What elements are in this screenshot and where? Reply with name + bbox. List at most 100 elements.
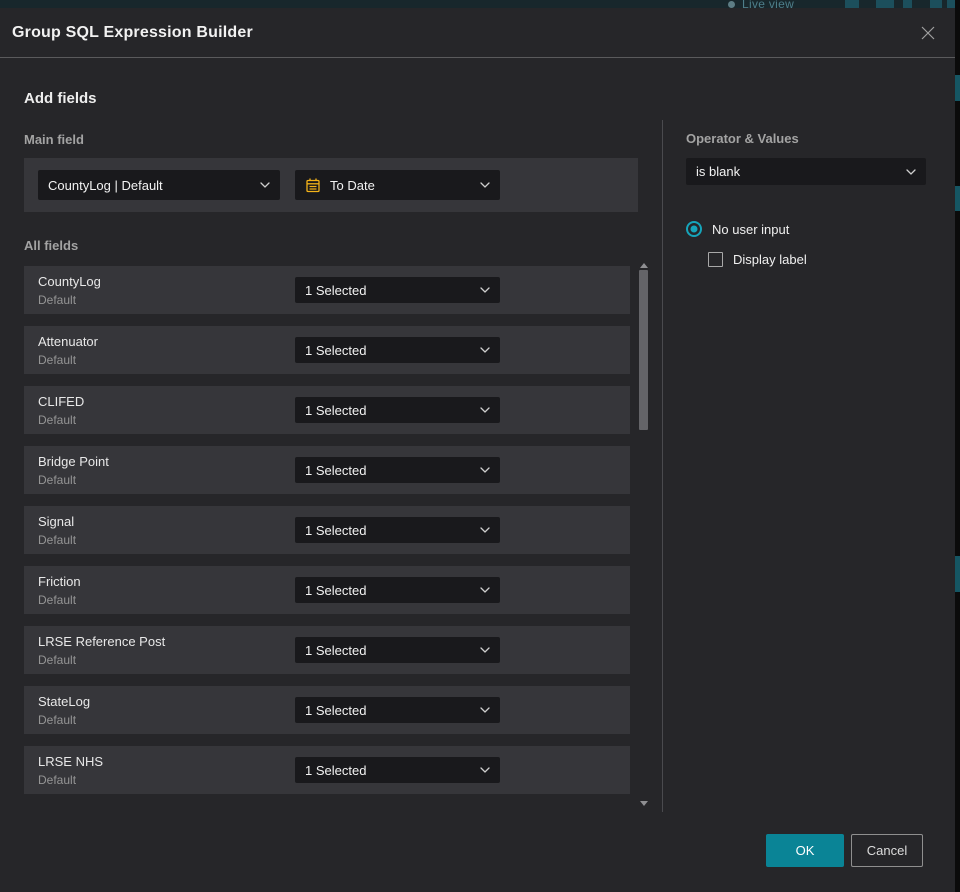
selected-count: 1 Selected	[305, 342, 367, 358]
chevron-down-icon	[480, 527, 490, 533]
close-button[interactable]	[919, 24, 937, 42]
field-name: Signal	[38, 514, 75, 529]
operator-select-value: is blank	[696, 164, 741, 179]
scrollbar-thumb[interactable]	[639, 270, 648, 430]
date-parse-select-value: To Date	[330, 177, 375, 193]
field-sublabel: Default	[38, 353, 77, 367]
main-field-label: Main field	[24, 132, 84, 147]
all-fields-label: All fields	[24, 238, 79, 253]
group-sql-expression-builder-dialog: Group SQL Expression Builder Add fields …	[0, 8, 955, 892]
field-sublabel: Default	[38, 713, 77, 727]
field-sublabel: Default	[38, 413, 77, 427]
field-selected-dropdown[interactable]: 1 Selected	[295, 697, 500, 723]
ok-button[interactable]: OK	[766, 834, 844, 867]
field-selected-dropdown[interactable]: 1 Selected	[295, 337, 500, 363]
chevron-down-icon	[480, 767, 490, 773]
close-icon	[921, 26, 935, 40]
radio-selected-icon	[686, 221, 702, 237]
display-label-checkbox[interactable]: Display label	[708, 251, 807, 267]
field-name: CountyLog	[38, 274, 101, 289]
chevron-down-icon	[480, 287, 490, 293]
chevron-down-icon	[260, 182, 270, 188]
selected-count: 1 Selected	[305, 462, 367, 478]
field-selected-dropdown[interactable]: 1 Selected	[295, 517, 500, 543]
field-sublabel: Default	[38, 773, 77, 787]
field-row-statelog: StateLog Default 1 Selected	[24, 686, 630, 734]
field-name: StateLog	[38, 694, 91, 709]
main-field-select[interactable]: CountyLog | Default	[38, 170, 280, 200]
field-sublabel: Default	[38, 533, 77, 547]
field-row-lrse-reference-post: LRSE Reference Post Default 1 Selected	[24, 626, 630, 674]
chevron-down-icon	[480, 587, 490, 593]
chevron-down-icon	[480, 347, 490, 353]
live-view-label: Live view	[742, 0, 795, 8]
cancel-button[interactable]: Cancel	[851, 834, 923, 867]
dialog-title: Group SQL Expression Builder	[12, 24, 253, 41]
selected-count: 1 Selected	[305, 702, 367, 718]
background-app-right-sliver	[955, 0, 960, 892]
background-toolbar-item	[930, 0, 942, 8]
background-toolbar-item	[903, 0, 912, 8]
no-user-input-label: No user input	[712, 221, 790, 237]
field-row-bridge-point: Bridge Point Default 1 Selected	[24, 446, 630, 494]
main-field-row: CountyLog | Default To Date	[24, 158, 638, 212]
chevron-down-icon	[480, 707, 490, 713]
dialog-header: Group SQL Expression Builder	[0, 8, 955, 57]
field-name: LRSE NHS	[38, 754, 104, 769]
calendar-icon	[305, 177, 321, 193]
background-accent-block	[955, 75, 960, 101]
add-fields-heading: Add fields	[24, 90, 97, 107]
field-sublabel: Default	[38, 653, 77, 667]
field-selected-dropdown[interactable]: 1 Selected	[295, 577, 500, 603]
checkbox-unchecked-icon	[708, 251, 723, 267]
background-toolbar-item	[845, 0, 859, 8]
background-accent-block	[955, 186, 960, 211]
no-user-input-radio[interactable]: No user input	[686, 221, 789, 237]
background-toolbar-item	[947, 0, 955, 8]
chevron-down-icon	[906, 168, 916, 175]
chevron-down-icon	[480, 182, 490, 188]
selected-count: 1 Selected	[305, 282, 367, 298]
field-row-signal: Signal Default 1 Selected	[24, 506, 630, 554]
display-label-text: Display label	[733, 251, 807, 267]
background-accent-block	[955, 556, 960, 592]
field-row-clifed: CLIFED Default 1 Selected	[24, 386, 630, 434]
field-name: CLIFED	[38, 394, 85, 409]
field-name: Bridge Point	[38, 454, 109, 469]
field-selected-dropdown[interactable]: 1 Selected	[295, 637, 500, 663]
field-selected-dropdown[interactable]: 1 Selected	[295, 457, 500, 483]
field-sublabel: Default	[38, 473, 77, 487]
field-name: Friction	[38, 574, 81, 589]
background-toolbar-item	[876, 0, 894, 8]
live-view-dot-icon	[728, 1, 735, 8]
chevron-down-icon	[480, 407, 490, 413]
field-name: Attenuator	[38, 334, 98, 349]
selected-count: 1 Selected	[305, 402, 367, 418]
operator-values-heading: Operator & Values	[686, 131, 799, 146]
field-row-friction: Friction Default 1 Selected	[24, 566, 630, 614]
main-field-select-value: CountyLog | Default	[48, 177, 163, 193]
selected-count: 1 Selected	[305, 642, 367, 658]
chevron-down-icon	[480, 467, 490, 473]
panel-divider	[662, 120, 663, 812]
field-sublabel: Default	[38, 293, 77, 307]
field-row-countylog: CountyLog Default 1 Selected	[24, 266, 630, 314]
selected-count: 1 Selected	[305, 762, 367, 778]
selected-count: 1 Selected	[305, 582, 367, 598]
field-name: LRSE Reference Post	[38, 634, 166, 649]
scrollbar-down-arrow[interactable]	[639, 800, 648, 806]
field-selected-dropdown[interactable]: 1 Selected	[295, 277, 500, 303]
scrollbar-up-arrow[interactable]	[639, 262, 648, 268]
all-fields-list: CountyLog Default 1 Selected Attenuator …	[24, 266, 630, 806]
field-selected-dropdown[interactable]: 1 Selected	[295, 757, 500, 783]
field-row-attenuator: Attenuator Default 1 Selected	[24, 326, 630, 374]
operator-select[interactable]: is blank	[686, 158, 926, 185]
date-parse-select[interactable]: To Date	[295, 170, 500, 200]
selected-count: 1 Selected	[305, 522, 367, 538]
header-divider	[0, 57, 955, 58]
chevron-down-icon	[480, 647, 490, 653]
background-app-topbar: Live view	[0, 0, 960, 8]
field-sublabel: Default	[38, 593, 77, 607]
field-selected-dropdown[interactable]: 1 Selected	[295, 397, 500, 423]
field-row-lrse-nhs: LRSE NHS Default 1 Selected	[24, 746, 630, 794]
